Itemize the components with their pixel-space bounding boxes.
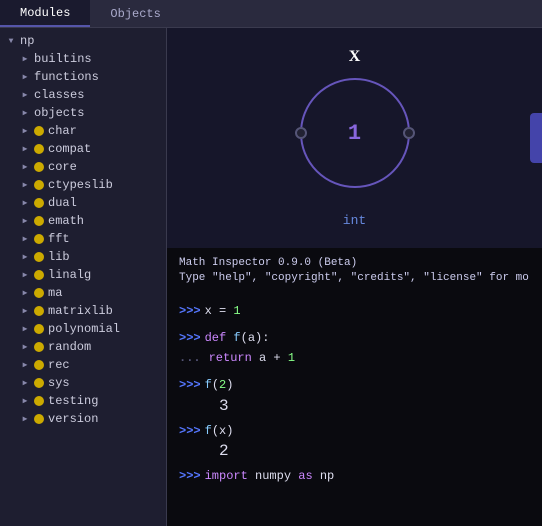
sidebar-item-random[interactable]: random	[14, 338, 166, 356]
arrow-matrixlib	[18, 304, 32, 318]
code-3: f(2)	[205, 376, 234, 395]
right-edge-handle[interactable]	[530, 113, 542, 163]
main-area: np builtins functions classes objects ch…	[0, 28, 542, 526]
sidebar-item-version[interactable]: version	[14, 410, 166, 428]
prompt-3: >>>	[179, 376, 201, 395]
arrow-linalg	[18, 268, 32, 282]
sidebar-item-ma[interactable]: ma	[14, 284, 166, 302]
sidebar-item-rec[interactable]: rec	[14, 356, 166, 374]
terminal-header: Math Inspector 0.9.0 (Beta) Type "help",…	[179, 256, 530, 287]
sidebar-item-fft[interactable]: fft	[14, 230, 166, 248]
dot-compat	[34, 144, 44, 154]
dot-random	[34, 342, 44, 352]
code-4: f(x)	[205, 422, 234, 441]
dot-polynomial	[34, 324, 44, 334]
sidebar-item-np[interactable]: np	[0, 32, 166, 50]
arrow-testing	[18, 394, 32, 408]
dot-lib	[34, 252, 44, 262]
dot-sys	[34, 378, 44, 388]
sidebar-item-compat[interactable]: compat	[14, 140, 166, 158]
arrow-fft	[18, 232, 32, 246]
dot-ctypeslib	[34, 180, 44, 190]
right-panel: X 1 int Math Inspector 0.9.0 (Beta) Type…	[167, 28, 542, 526]
sidebar-item-sys[interactable]: sys	[14, 374, 166, 392]
terminal-line-5: >>> import numpy as np	[179, 467, 530, 486]
arrow-lib	[18, 250, 32, 264]
code-2c: return a + 1	[205, 349, 295, 368]
dot-matrixlib	[34, 306, 44, 316]
sidebar-item-emath[interactable]: emath	[14, 212, 166, 230]
sidebar-item-matrixlib[interactable]: matrixlib	[14, 302, 166, 320]
arrow-rec	[18, 358, 32, 372]
arrow-ma	[18, 286, 32, 300]
arrow-builtins	[18, 52, 32, 66]
arrow-functions	[18, 70, 32, 84]
code-2: def f(a):	[205, 329, 270, 348]
node-container: X 1 int	[215, 38, 495, 238]
arrow-ctypeslib	[18, 178, 32, 192]
dot-ma	[34, 288, 44, 298]
arrow-compat	[18, 142, 32, 156]
arrow-core	[18, 160, 32, 174]
arrow-dual	[18, 196, 32, 210]
terminal-line-2c: ... return a + 1	[179, 349, 530, 368]
arrow-sys	[18, 376, 32, 390]
sidebar-item-objects[interactable]: objects	[14, 104, 166, 122]
sidebar-item-builtins[interactable]: builtins	[14, 50, 166, 68]
code-1: x = 1	[205, 302, 241, 321]
sidebar-item-ctypeslib[interactable]: ctypeslib	[14, 176, 166, 194]
sidebar-item-linalg[interactable]: linalg	[14, 266, 166, 284]
terminal-line-4: >>> f(x)	[179, 422, 530, 441]
sidebar-item-char[interactable]: char	[14, 122, 166, 140]
dot-linalg	[34, 270, 44, 280]
arrow-polynomial	[18, 322, 32, 336]
conn-dot-left[interactable]	[295, 127, 307, 139]
dot-version	[34, 414, 44, 424]
sidebar-item-polynomial[interactable]: polynomial	[14, 320, 166, 338]
conn-dot-right[interactable]	[403, 127, 415, 139]
arrow-version	[18, 412, 32, 426]
dot-fft	[34, 234, 44, 244]
code-5: import numpy as np	[205, 467, 335, 486]
dot-emath	[34, 216, 44, 226]
sidebar: np builtins functions classes objects ch…	[0, 28, 167, 526]
circle-value: 1	[348, 121, 361, 146]
arrow-np	[4, 34, 18, 48]
terminal-line-3: >>> f(2)	[179, 376, 530, 395]
circle-node[interactable]: 1	[300, 78, 410, 188]
dot-dual	[34, 198, 44, 208]
prompt-2c: ...	[179, 349, 201, 368]
tab-objects[interactable]: Objects	[90, 0, 180, 27]
dot-testing	[34, 396, 44, 406]
arrow-random	[18, 340, 32, 354]
dot-core	[34, 162, 44, 172]
terminal-line-2: >>> def f(a):	[179, 329, 530, 348]
prompt-1: >>>	[179, 302, 201, 321]
sidebar-item-dual[interactable]: dual	[14, 194, 166, 212]
canvas-area[interactable]: X 1 int	[167, 28, 542, 248]
output-3: 3	[179, 397, 530, 415]
sidebar-item-testing[interactable]: testing	[14, 392, 166, 410]
terminal[interactable]: Math Inspector 0.9.0 (Beta) Type "help",…	[167, 248, 542, 526]
output-4: 2	[179, 442, 530, 460]
tab-bar: Modules Objects	[0, 0, 542, 28]
prompt-5: >>>	[179, 467, 201, 486]
type-label: int	[343, 213, 366, 228]
node-label-x: X	[349, 48, 361, 66]
arrow-classes	[18, 88, 32, 102]
sidebar-item-core[interactable]: core	[14, 158, 166, 176]
arrow-emath	[18, 214, 32, 228]
prompt-4: >>>	[179, 422, 201, 441]
dot-rec	[34, 360, 44, 370]
sidebar-item-functions[interactable]: functions	[14, 68, 166, 86]
arrow-char	[18, 124, 32, 138]
prompt-2: >>>	[179, 329, 201, 348]
sidebar-item-lib[interactable]: lib	[14, 248, 166, 266]
dot-char	[34, 126, 44, 136]
sidebar-item-classes[interactable]: classes	[14, 86, 166, 104]
terminal-line-1: >>> x = 1	[179, 302, 530, 321]
tab-modules[interactable]: Modules	[0, 0, 90, 27]
arrow-objects	[18, 106, 32, 120]
